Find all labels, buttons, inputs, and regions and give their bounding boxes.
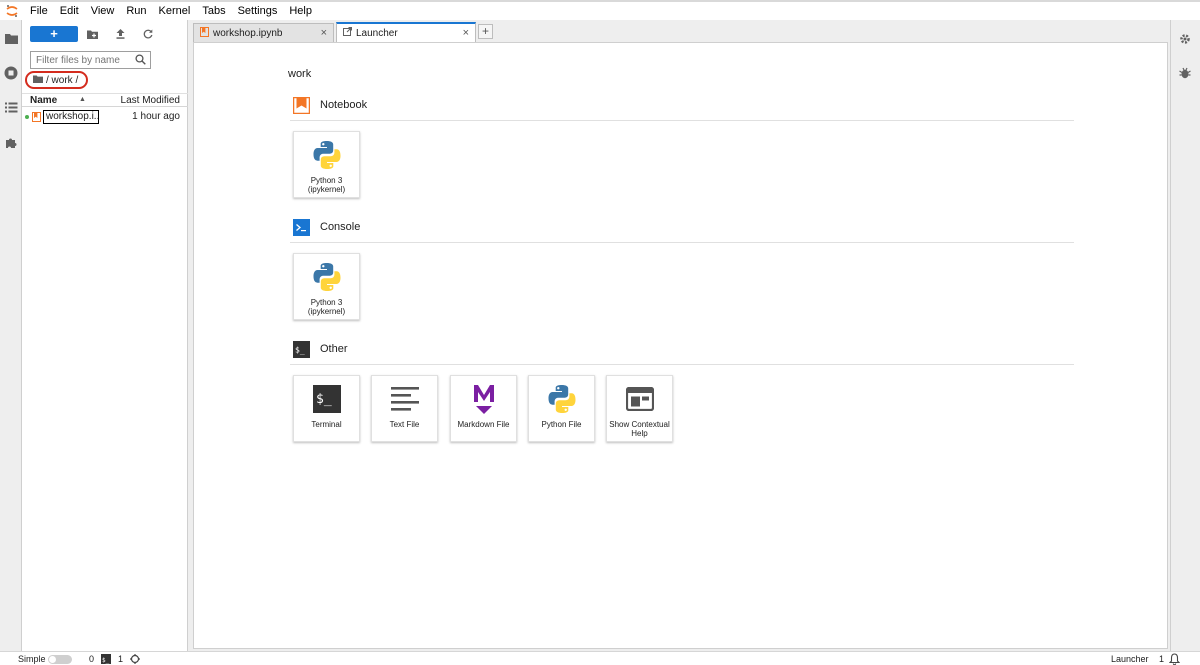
console-icon	[293, 218, 310, 236]
svg-text:$_: $_	[102, 657, 110, 664]
menu-tabs[interactable]: Tabs	[196, 2, 231, 20]
section-divider	[290, 242, 1074, 243]
property-inspector-icon[interactable]	[1178, 32, 1192, 46]
section-notebook-header: Notebook	[293, 96, 367, 114]
new-launcher-button[interactable]: +	[30, 26, 78, 42]
section-divider	[290, 364, 1074, 365]
svg-text:$_: $_	[295, 345, 305, 354]
terminal-icon: $_	[310, 384, 344, 414]
python-icon	[310, 262, 344, 292]
left-activity-bar	[0, 20, 22, 651]
breadcrumb[interactable]: / work /	[25, 71, 88, 89]
card-label: Python 3 (ipykernel)	[307, 298, 346, 316]
breadcrumb-folder-icon	[33, 75, 43, 86]
right-activity-bar	[1170, 20, 1200, 651]
extension-icon[interactable]	[3, 134, 19, 150]
file-name[interactable]: workshop.i...	[43, 110, 99, 124]
launcher-card-markdown-file[interactable]: Markdown File	[450, 375, 517, 442]
launcher-card-console-python3[interactable]: Python 3 (ipykernel)	[293, 253, 360, 320]
folder-icon[interactable]	[3, 30, 19, 46]
kernel-count[interactable]: 0	[89, 654, 94, 664]
simple-mode-label: Simple	[18, 654, 46, 664]
file-modified: 1 hour ago	[132, 111, 180, 122]
section-title: Other	[320, 343, 348, 355]
add-tab-button[interactable]: +	[478, 24, 493, 39]
launcher-panel: work Notebook Python 3 (ipykernel) Conso…	[193, 42, 1168, 649]
menu-run[interactable]: Run	[120, 2, 152, 20]
section-divider	[290, 120, 1074, 121]
notebook-tab-icon	[200, 26, 209, 40]
python-icon	[545, 384, 579, 414]
card-label: Markdown File	[457, 420, 510, 429]
menu-view[interactable]: View	[85, 2, 121, 20]
bell-icon[interactable]	[1168, 653, 1181, 665]
menu-edit[interactable]: Edit	[54, 2, 85, 20]
refresh-icon[interactable]	[141, 27, 155, 41]
card-label: Python 3 (ipykernel)	[307, 176, 346, 194]
simple-mode-toggle[interactable]	[48, 655, 72, 664]
breadcrumb-path[interactable]: / work /	[46, 75, 78, 86]
file-row-workshop[interactable]: workshop.i... 1 hour ago	[22, 109, 188, 125]
menu-file[interactable]: File	[24, 2, 54, 20]
section-other-header: $_ Other	[293, 340, 348, 358]
sort-ascending-icon: ▲	[79, 96, 86, 103]
notebook-file-icon	[32, 112, 41, 122]
terminal-count[interactable]: 1	[118, 654, 123, 664]
launcher-card-notebook-python3[interactable]: Python 3 (ipykernel)	[293, 131, 360, 198]
card-label: Python File	[541, 420, 582, 429]
new-folder-icon[interactable]	[85, 27, 99, 41]
text-file-icon	[388, 384, 422, 414]
section-console-header: Console	[293, 218, 360, 236]
filter-files-input[interactable]	[31, 52, 131, 68]
launcher-card-text-file[interactable]: Text File	[371, 375, 438, 442]
tab-label: workshop.ipynb	[213, 27, 283, 39]
terminal-section-icon: $_	[293, 340, 310, 358]
section-title: Console	[320, 221, 361, 233]
upload-icon[interactable]	[113, 27, 127, 41]
file-browser-toolbar: +	[22, 24, 188, 44]
debugger-icon[interactable]	[1178, 66, 1192, 80]
launcher-tab-icon	[343, 27, 352, 39]
tab-workshop-ipynb[interactable]: workshop.ipynb ×	[193, 23, 334, 42]
close-tab-icon[interactable]: ×	[463, 27, 469, 39]
file-browser: + / work / Name ▲ Last Modified workshop	[22, 20, 188, 651]
python-icon	[310, 140, 344, 170]
section-title: Notebook	[320, 99, 368, 111]
card-label: Terminal	[311, 420, 342, 429]
tab-bar: workshop.ipynb × Launcher × +	[191, 22, 1170, 42]
close-tab-icon[interactable]: ×	[321, 27, 327, 39]
file-listing-header: Name ▲ Last Modified	[22, 93, 188, 107]
launcher-card-terminal[interactable]: $_ Terminal	[293, 375, 360, 442]
markdown-icon	[467, 384, 501, 414]
svg-text:$_: $_	[316, 392, 332, 407]
filter-files-box	[30, 51, 151, 69]
column-name-header[interactable]: Name	[30, 95, 57, 106]
menu-kernel[interactable]: Kernel	[153, 2, 197, 20]
search-icon	[135, 54, 146, 68]
card-label: Text File	[389, 420, 420, 429]
tab-launcher[interactable]: Launcher ×	[336, 22, 476, 42]
menu-help[interactable]: Help	[283, 2, 318, 20]
menu-bar: File Edit View Run Kernel Tabs Settings …	[0, 2, 1200, 20]
notification-count[interactable]: 1	[1159, 654, 1164, 664]
help-icon	[623, 384, 657, 414]
column-modified-header[interactable]: Last Modified	[121, 95, 180, 106]
status-bar: Simple 0 $_ 1 Launcher 1	[0, 651, 1200, 665]
tab-label: Launcher	[356, 27, 398, 39]
notebook-icon	[293, 96, 310, 114]
running-kernel-dot	[25, 115, 29, 119]
running-icon[interactable]	[3, 65, 19, 81]
kernel-status-icon[interactable]	[130, 654, 140, 665]
jupyter-logo-icon	[0, 2, 24, 20]
toc-icon[interactable]	[3, 99, 19, 115]
launcher-card-contextual-help[interactable]: Show Contextual Help	[606, 375, 673, 442]
card-label: Show Contextual Help	[609, 420, 670, 438]
terminal-status-icon: $_	[101, 654, 111, 665]
launcher-card-python-file[interactable]: Python File	[528, 375, 595, 442]
menu-settings[interactable]: Settings	[232, 2, 284, 20]
launcher-cwd: work	[288, 68, 312, 80]
status-current-activity: Launcher	[1111, 654, 1149, 664]
